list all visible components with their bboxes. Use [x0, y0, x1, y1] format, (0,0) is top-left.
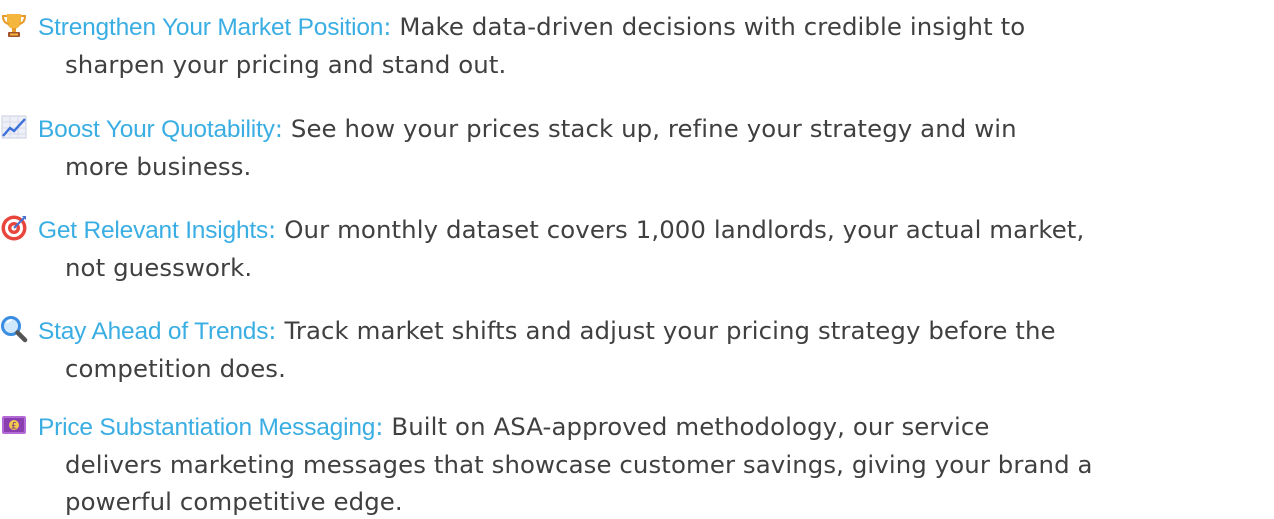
item-title: Strengthen Your Market Position	[38, 14, 384, 41]
item-description-line1: Built on ASA-approved methodology, our s…	[383, 412, 990, 441]
list-item-text: Stay Ahead of Trends: Track market shift…	[38, 312, 1264, 387]
item-description-line1: Track market shifts and adjust your pric…	[276, 316, 1056, 345]
item-description-line3: powerful competitive edge.	[65, 487, 403, 516]
item-description-line2: sharpen your pricing and stand out.	[65, 50, 507, 79]
target-icon	[0, 214, 28, 242]
item-title: Boost Your Quotability	[38, 116, 275, 143]
trophy-icon	[0, 11, 28, 39]
svg-text:£: £	[11, 422, 17, 432]
item-title: Stay Ahead of Trends	[38, 318, 269, 345]
item-description-line1: Our monthly dataset covers 1,000 landlor…	[276, 215, 1085, 244]
list-item-text: Price Substantiation Messaging: Built on…	[38, 408, 1264, 519]
list-item-text: Strengthen Your Market Position: Make da…	[38, 8, 1264, 83]
item-description-line1: Make data-driven decisions with credible…	[391, 12, 1026, 41]
item-description-line2: not guesswork.	[65, 253, 253, 282]
item-colon: :	[375, 412, 384, 441]
item-title: Price Substantiation Messaging	[38, 414, 376, 441]
item-description-line2: competition does.	[65, 354, 286, 383]
item-colon: :	[268, 316, 277, 345]
item-description-line2: delivers marketing messages that showcas…	[65, 450, 1093, 479]
item-title: Get Relevant Insights	[38, 217, 269, 244]
item-colon: :	[274, 114, 284, 143]
chart-increasing-icon	[0, 113, 28, 141]
item-colon: :	[383, 12, 392, 41]
list-item-text: Get Relevant Insights: Our monthly datas…	[38, 211, 1264, 286]
magnifying-glass-icon	[0, 315, 28, 343]
list-item-text: Boost Your Quotability: See how your pri…	[38, 110, 1264, 185]
item-description-line2: more business.	[65, 152, 252, 181]
pound-banknote-icon: £	[0, 411, 28, 439]
item-description-line1: See how your prices stack up, refine you…	[283, 114, 1017, 143]
benefits-list: Strengthen Your Market Position: Make da…	[0, 0, 1274, 519]
